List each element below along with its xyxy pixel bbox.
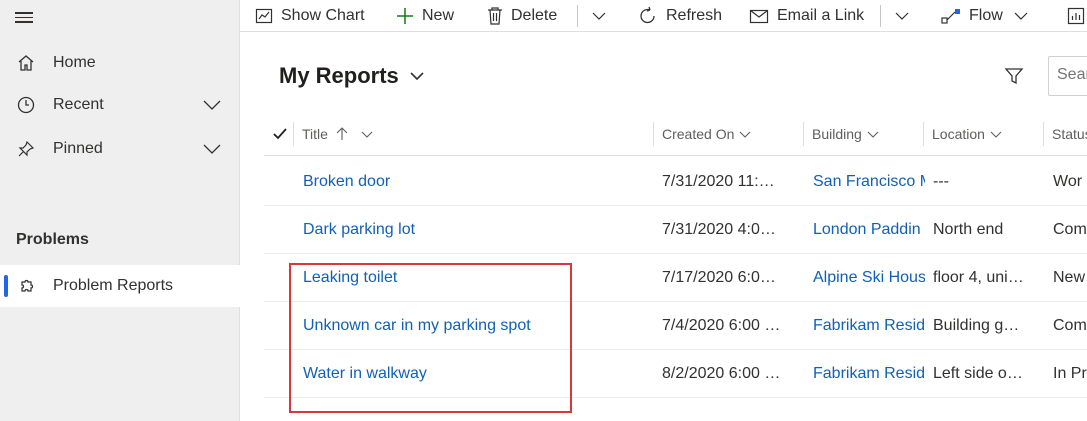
refresh-icon xyxy=(640,6,655,24)
section-title: Problems xyxy=(16,231,89,248)
sidebar-item-pinned[interactable]: Pinned xyxy=(0,129,240,169)
cell-building[interactable]: San Francisco M xyxy=(813,158,925,206)
chevron-down-icon[interactable] xyxy=(360,127,374,141)
chevron-down-icon xyxy=(592,12,606,20)
refresh-button[interactable]: Refresh xyxy=(638,0,722,32)
divider xyxy=(577,5,578,27)
new-button[interactable]: New xyxy=(396,0,454,32)
sidebar-item-label: Problem Reports xyxy=(53,277,174,294)
divider xyxy=(653,122,654,146)
column-header-created-on[interactable]: Created On xyxy=(662,112,752,156)
chevron-down-icon xyxy=(1014,12,1028,20)
cell-created-on: 7/31/2020 4:0… xyxy=(662,221,776,238)
sidebar-item-home[interactable]: Home xyxy=(0,43,240,83)
chart-icon xyxy=(255,8,273,24)
sidebar-item-recent[interactable]: Recent xyxy=(0,85,240,125)
divider xyxy=(880,5,881,27)
hamburger-menu-icon[interactable] xyxy=(15,9,35,25)
chevron-down-icon xyxy=(867,131,879,138)
cell-status: New xyxy=(1053,269,1086,286)
cell-building[interactable]: Fabrikam Resid xyxy=(813,302,925,350)
divider xyxy=(803,122,804,146)
chevron-down-icon xyxy=(895,12,909,20)
table-row[interactable]: Broken door 7/31/2020 11:… San Francisco… xyxy=(264,158,1087,206)
more-commands-dropdown[interactable] xyxy=(591,0,615,32)
cell-building[interactable]: Alpine Ski Hous xyxy=(813,254,925,302)
column-header-title[interactable]: Title xyxy=(302,112,374,156)
sidebar-item-label: Home xyxy=(53,54,96,71)
column-header-building[interactable]: Building xyxy=(812,112,880,156)
cell-status: Com xyxy=(1053,221,1087,238)
cell-location: Building g… xyxy=(933,317,1020,334)
plus-icon xyxy=(397,8,413,24)
flow-icon xyxy=(941,9,960,24)
annotation-highlight-box xyxy=(289,263,572,413)
sidebar-item-problem-reports[interactable]: Problem Reports xyxy=(0,265,240,307)
cell-created-on: 8/2/2020 6:00 … xyxy=(662,365,781,382)
cell-location: floor 4, uni… xyxy=(933,269,1024,286)
cell-status: Com xyxy=(1053,317,1087,334)
divider xyxy=(1043,122,1044,146)
cell-title[interactable]: Dark parking lot xyxy=(303,206,643,254)
cell-location: North end xyxy=(933,221,1004,238)
sidebar: Home Recent Pinned Problems Problem Repo… xyxy=(0,0,240,421)
cell-created-on: 7/31/2020 11:… xyxy=(662,173,775,190)
show-chart-button[interactable]: Show Chart xyxy=(255,0,365,32)
divider xyxy=(293,122,294,146)
command-bar: Show Chart New Delete Refresh Email a Li… xyxy=(240,0,1087,32)
checkmark-icon xyxy=(273,128,287,140)
chevron-down-icon xyxy=(739,131,751,138)
delete-button[interactable]: Delete xyxy=(487,0,557,32)
home-icon xyxy=(16,53,36,73)
sidebar-item-label: Recent xyxy=(53,96,104,113)
chevron-down-icon xyxy=(990,131,1002,138)
cell-created-on: 7/4/2020 6:00 … xyxy=(662,317,781,334)
table-row[interactable]: Dark parking lot 7/31/2020 4:0… London P… xyxy=(264,206,1087,254)
column-header-location[interactable]: Location xyxy=(932,112,1003,156)
grid-header: Title Created On Building Location Statu… xyxy=(264,112,1087,156)
divider xyxy=(923,122,924,146)
chevron-down-icon xyxy=(410,72,424,81)
pin-icon xyxy=(16,139,36,159)
clock-icon xyxy=(16,95,36,115)
cell-building[interactable]: London Paddin xyxy=(813,206,925,254)
cell-location: Left side o… xyxy=(933,365,1023,382)
report-button[interactable] xyxy=(1067,0,1087,32)
cell-created-on: 7/17/2020 6:0… xyxy=(662,269,776,286)
filter-icon[interactable] xyxy=(1004,66,1024,86)
page-title: My Reports xyxy=(279,63,399,88)
sort-ascending-icon xyxy=(336,127,348,140)
flow-button[interactable]: Flow xyxy=(941,0,1029,32)
chevron-down-icon[interactable] xyxy=(201,138,223,160)
column-header-status[interactable]: Status xyxy=(1052,112,1087,156)
puzzle-icon xyxy=(18,276,38,296)
cell-status: In Pr xyxy=(1053,365,1087,382)
select-all-checkbox[interactable] xyxy=(272,112,288,156)
sidebar-item-label: Pinned xyxy=(53,140,103,157)
view-selector[interactable]: My Reports xyxy=(279,63,425,89)
search-box[interactable] xyxy=(1048,56,1087,96)
cell-title[interactable]: Broken door xyxy=(303,158,643,206)
trash-icon xyxy=(488,7,502,25)
cell-building[interactable]: Fabrikam Resid xyxy=(813,350,925,398)
report-icon xyxy=(1067,7,1085,25)
more-commands-dropdown[interactable] xyxy=(894,0,918,32)
active-indicator xyxy=(4,275,8,297)
email-icon xyxy=(749,9,769,24)
email-link-button[interactable]: Email a Link xyxy=(749,0,864,32)
cell-status: Wor xyxy=(1053,173,1083,190)
cell-location: --- xyxy=(933,173,949,190)
chevron-down-icon[interactable] xyxy=(201,94,223,116)
search-input[interactable] xyxy=(1049,57,1087,84)
